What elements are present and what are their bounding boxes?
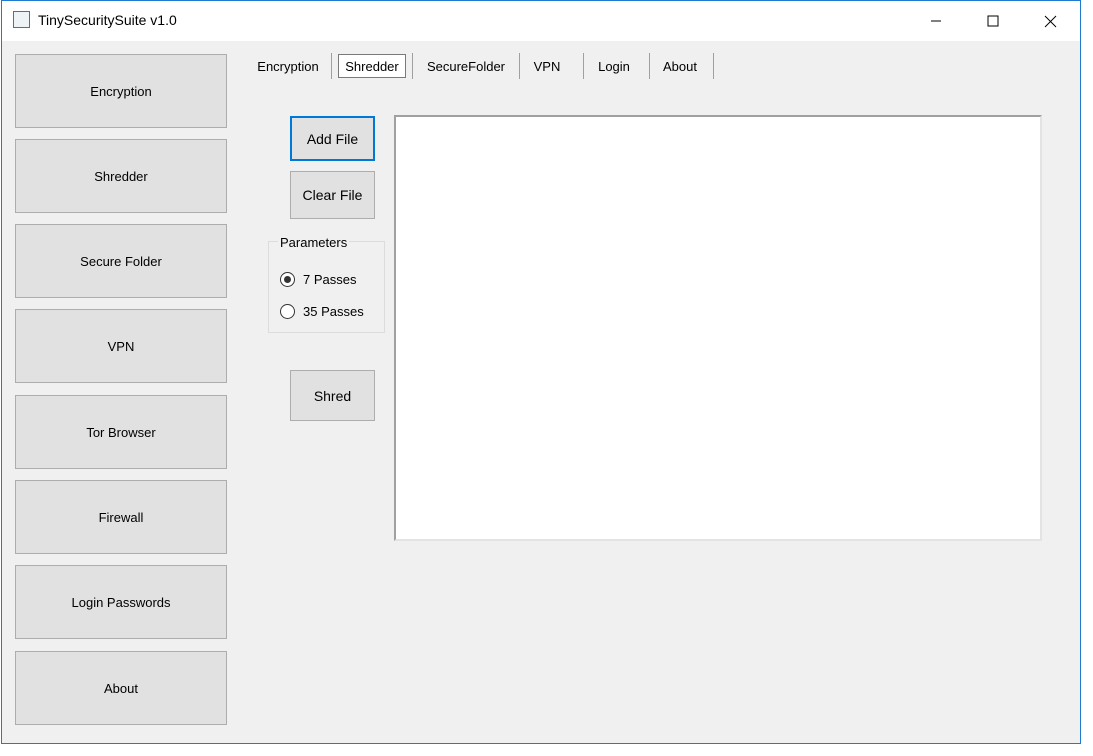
radio-label: 7 Passes xyxy=(303,272,357,287)
minimize-icon xyxy=(931,20,941,22)
sidebar-item-encryption[interactable]: Encryption xyxy=(15,54,227,128)
radio-button-unchecked[interactable] xyxy=(280,304,295,319)
tab-separator xyxy=(583,53,584,79)
radio-button-checked[interactable] xyxy=(280,272,295,287)
tab-separator xyxy=(412,53,413,79)
sidebar-item-label: Login Passwords xyxy=(71,594,171,610)
sidebar-item-label: Firewall xyxy=(98,509,144,525)
sidebar-item-shredder[interactable]: Shredder xyxy=(15,139,227,213)
title-bar[interactable]: TinySecuritySuite v1.0 xyxy=(2,1,1080,41)
tab-separator xyxy=(649,53,650,79)
sidebar-item-secure-folder[interactable]: Secure Folder xyxy=(15,224,227,298)
minimize-button[interactable] xyxy=(907,1,965,41)
tab-about[interactable]: About xyxy=(655,53,705,79)
sidebar-item-label: About xyxy=(104,680,138,696)
close-icon xyxy=(1044,15,1056,27)
close-button[interactable] xyxy=(1021,1,1079,41)
tab-encryption[interactable]: Encryption xyxy=(250,53,326,79)
parameters-title: Parameters xyxy=(278,235,350,250)
tab-label: Login xyxy=(598,58,630,74)
sidebar-item-label: Encryption xyxy=(90,83,152,99)
tab-securefolder[interactable]: SecureFolder xyxy=(418,53,514,79)
sidebar-item-vpn[interactable]: VPN xyxy=(15,309,227,383)
button-label: Shred xyxy=(313,387,352,404)
app-window: TinySecuritySuite v1.0 Encryption Shredd… xyxy=(1,0,1081,744)
app-icon xyxy=(13,11,30,28)
tab-separator xyxy=(519,53,520,79)
sidebar-item-login-passwords[interactable]: Login Passwords xyxy=(15,565,227,639)
sidebar-item-tor-browser[interactable]: Tor Browser xyxy=(15,395,227,469)
file-list[interactable] xyxy=(394,115,1042,541)
sidebar-item-about[interactable]: About xyxy=(15,651,227,725)
tab-login[interactable]: Login xyxy=(590,53,638,79)
shred-button[interactable]: Shred xyxy=(290,370,375,421)
clear-file-button[interactable]: Clear File xyxy=(290,171,375,219)
tab-separator xyxy=(713,53,714,79)
tab-label: SecureFolder xyxy=(426,58,506,74)
window-title: TinySecuritySuite v1.0 xyxy=(38,12,177,28)
sidebar-item-label: Tor Browser xyxy=(86,424,156,440)
tab-label: About xyxy=(663,58,697,74)
button-label: Add File xyxy=(306,130,359,147)
radio-label: 35 Passes xyxy=(303,304,364,319)
tab-label: Encryption xyxy=(257,58,319,74)
radio-35-passes[interactable]: 35 Passes xyxy=(280,304,364,319)
radio-7-passes[interactable]: 7 Passes xyxy=(280,272,356,287)
sidebar-item-firewall[interactable]: Firewall xyxy=(15,480,227,554)
sidebar-item-label: Shredder xyxy=(94,168,148,184)
tab-shredder[interactable]: Shredder xyxy=(338,54,406,78)
tab-separator xyxy=(331,53,332,79)
maximize-icon xyxy=(987,15,999,27)
sidebar-item-label: VPN xyxy=(107,338,135,354)
tab-vpn[interactable]: VPN xyxy=(524,53,570,79)
tab-label: VPN xyxy=(533,58,561,74)
maximize-button[interactable] xyxy=(964,1,1022,41)
tab-label: Shredder xyxy=(345,58,399,74)
add-file-button[interactable]: Add File xyxy=(290,116,375,161)
parameters-groupbox xyxy=(268,241,385,333)
sidebar-item-label: Secure Folder xyxy=(80,253,162,269)
button-label: Clear File xyxy=(302,187,363,203)
